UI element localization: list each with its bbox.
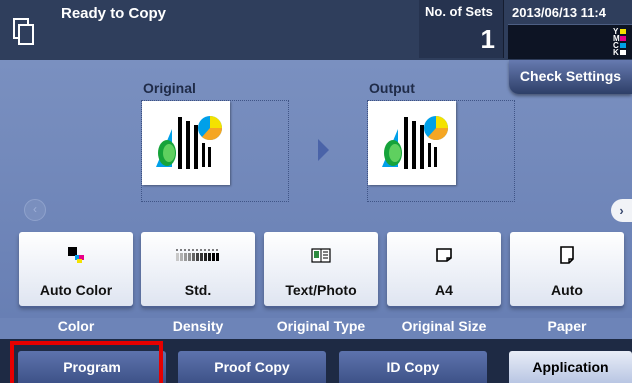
document-image-icon <box>156 116 223 169</box>
original-size-value: A4 <box>435 282 453 298</box>
date-time: 2013/06/13 11:4 <box>512 5 606 20</box>
original-thumbnail <box>142 101 230 185</box>
number-of-sets-display[interactable]: No. of Sets 1 <box>419 0 504 58</box>
toner-k: K <box>613 49 627 57</box>
auto-color-icon <box>19 245 133 265</box>
tab-id-copy[interactable]: ID Copy <box>339 351 487 383</box>
color-button[interactable]: Auto Color <box>19 232 133 310</box>
original-size-caption: Original Size <box>401 318 487 334</box>
paper-tray-icon <box>510 245 624 265</box>
output-label: Output <box>369 80 415 96</box>
paper-value: Auto <box>551 282 583 298</box>
color-caption: Color <box>57 318 95 334</box>
original-type-button[interactable]: Text/Photo <box>264 232 378 310</box>
toner-levels: Y M C K <box>613 28 627 57</box>
status-text: Ready to Copy <box>61 5 167 22</box>
toner-status-panel[interactable]: Y M C K <box>508 24 632 59</box>
original-size-button[interactable]: A4 <box>387 232 501 310</box>
program-highlight-box <box>10 341 163 383</box>
density-scale-icon <box>141 245 255 265</box>
text-photo-icon <box>264 245 378 265</box>
paper-button[interactable]: Auto <box>510 232 624 310</box>
header-bar: Ready to Copy No. of Sets 1 2013/06/13 1… <box>0 0 632 60</box>
document-image-icon <box>382 116 449 169</box>
tab-application[interactable]: Application <box>509 351 632 383</box>
scroll-left-button[interactable]: ‹ <box>24 199 46 221</box>
scroll-right-button[interactable]: › <box>611 199 632 222</box>
paper-size-icon <box>387 245 501 265</box>
density-value: Std. <box>184 282 212 298</box>
sets-value: 1 <box>480 24 495 54</box>
output-thumbnail <box>368 101 456 185</box>
density-button[interactable]: Std. <box>141 232 255 310</box>
color-value: Auto Color <box>39 282 113 298</box>
original-type-caption: Original Type <box>276 318 366 334</box>
paper-caption: Paper <box>547 318 587 334</box>
original-type-value: Text/Photo <box>285 282 357 298</box>
sets-label: No. of Sets <box>425 4 493 19</box>
preview-arrow-icon <box>318 139 329 161</box>
original-label: Original <box>143 80 196 96</box>
tab-proof-copy[interactable]: Proof Copy <box>178 351 326 383</box>
check-settings-button[interactable]: Check Settings <box>509 60 632 94</box>
density-caption: Density <box>172 318 224 334</box>
copy-mode-icon <box>13 18 34 45</box>
